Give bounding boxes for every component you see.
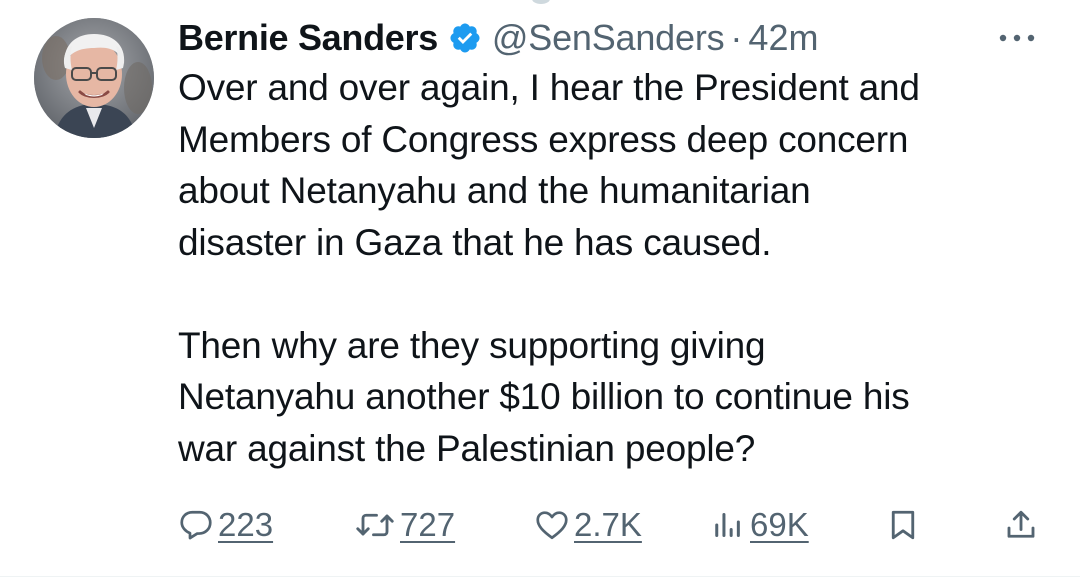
divider (0, 576, 1080, 577)
share-button[interactable] (1003, 500, 1039, 550)
separator: · (730, 17, 743, 58)
views-button[interactable]: 69K (710, 500, 809, 550)
more-icon[interactable] (992, 18, 1042, 58)
action-bar: 223 727 2.7K 69K (178, 500, 1048, 550)
timestamp[interactable]: 42m (748, 17, 818, 59)
author-handle[interactable]: @SenSanders (492, 17, 725, 59)
views-count[interactable]: 69K (750, 506, 809, 544)
retweet-button[interactable]: 727 (354, 500, 455, 550)
like-count[interactable]: 2.7K (574, 506, 642, 544)
views-icon (710, 507, 746, 543)
reply-count[interactable]: 223 (218, 506, 273, 544)
like-button[interactable]: 2.7K (534, 500, 642, 550)
bookmark-button[interactable] (885, 500, 921, 550)
tweet-header: Bernie Sanders @SenSanders · 42m (178, 14, 818, 62)
bookmark-icon (885, 507, 921, 543)
author-name[interactable]: Bernie Sanders (178, 17, 438, 59)
share-icon (1003, 507, 1039, 543)
verified-badge-icon[interactable] (448, 21, 482, 55)
heart-icon (534, 507, 570, 543)
thread-connector (532, 0, 550, 4)
avatar[interactable] (34, 18, 154, 138)
tweet-text: Over and over again, I hear the Presiden… (178, 67, 920, 469)
tweet-card[interactable]: Bernie Sanders @SenSanders · 42m Over an… (0, 0, 1080, 587)
reply-icon (178, 507, 214, 543)
retweet-count[interactable]: 727 (400, 506, 455, 544)
reply-button[interactable]: 223 (178, 500, 273, 550)
retweet-icon (354, 507, 396, 543)
